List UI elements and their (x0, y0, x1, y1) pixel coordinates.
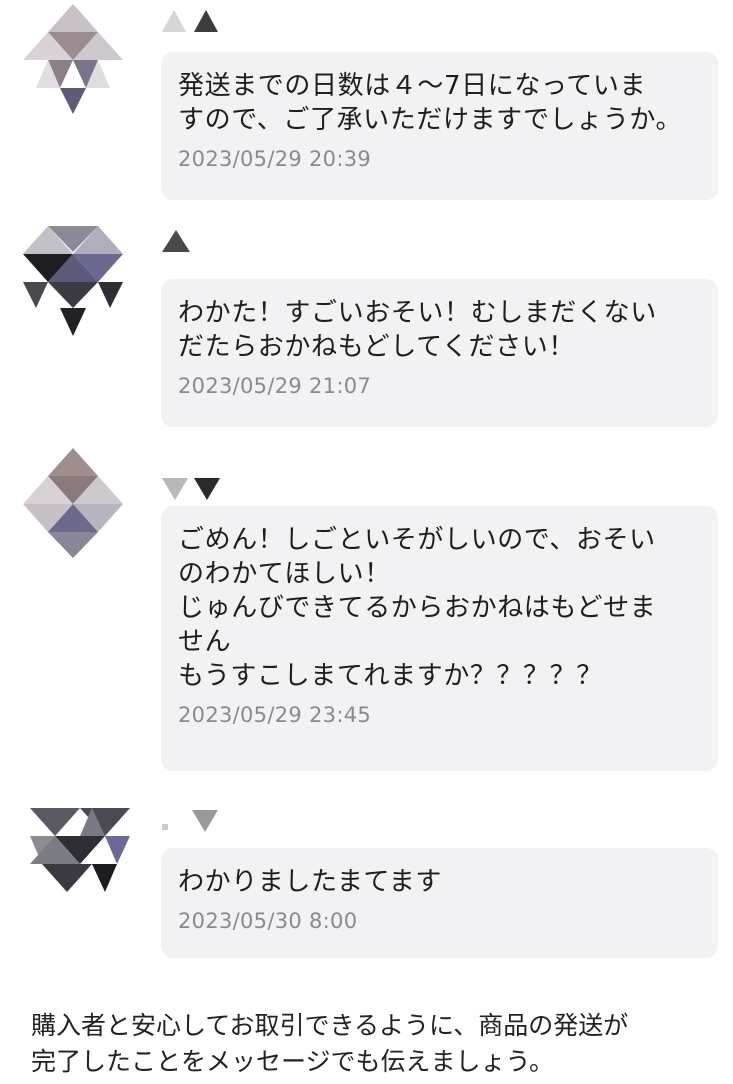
avatar[interactable] (16, 806, 130, 920)
user-name-mosaic (160, 226, 200, 256)
message-text: ごめん！しごといそがしいので、おそい のわかてほしい！ じゅんびできてるからおか… (178, 525, 657, 691)
avatar[interactable] (16, 446, 130, 560)
message-bubble: わかた！すごいおそい！むしまだくない だたらおかねもどしてください！ 2023/… (161, 279, 718, 427)
message-bubble: 発送までの日数は４〜7日になっていま すので、ご了承いただけますでしょうか。 2… (161, 52, 718, 200)
user-name-mosaic (160, 6, 230, 36)
avatar[interactable] (16, 2, 130, 116)
message-timestamp: 2023/05/29 23:45 (178, 703, 372, 727)
message-text: わかた！すごいおそい！むしまだくない だたらおかねもどしてください！ (178, 298, 657, 362)
message-timestamp: 2023/05/29 20:39 (178, 147, 372, 171)
message-timestamp: 2023/05/29 21:07 (178, 374, 372, 398)
message-timestamp: 2023/05/30 8:00 (178, 909, 358, 933)
message-text: わかりましたまてます (178, 867, 442, 897)
user-name-mosaic (160, 806, 230, 836)
message-bubble: わかりましたまてます 2023/05/30 8:00 (161, 848, 718, 958)
message-text: 発送までの日数は４〜7日になっていま すので、ご了承いただけますでしょうか。 (178, 71, 683, 135)
user-name-mosaic (160, 474, 230, 504)
avatar[interactable] (16, 224, 130, 338)
shipping-notice-text: 購入者と安心してお取引できるように、商品の発送が 完了したことをメッセージでも伝… (31, 1011, 629, 1076)
message-bubble: ごめん！しごといそがしいので、おそい のわかてほしい！ じゅんびできてるからおか… (161, 506, 718, 771)
